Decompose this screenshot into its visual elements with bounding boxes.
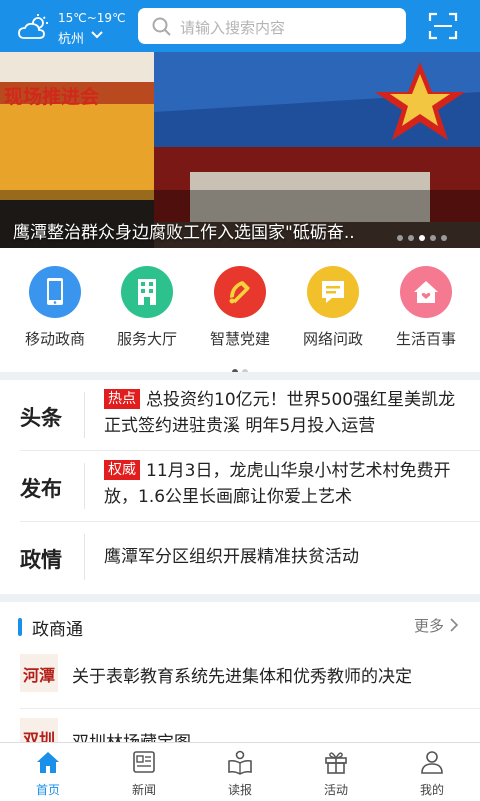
home-icon xyxy=(400,266,452,318)
gift-icon xyxy=(325,752,347,774)
chevron-down-icon xyxy=(91,31,103,39)
building-icon xyxy=(121,266,173,318)
zhengshangtong-section: 政商通 更多 河潭 关于表彰教育系统先进集体和优秀教师的决定 双圳 双圳林场藏宝… xyxy=(0,602,480,742)
news-text: 鹰潭军分区组织开展精准扶贫活动 xyxy=(104,547,359,567)
cloudy-weather-icon xyxy=(18,14,48,39)
temperature-range: 15℃~19℃ xyxy=(58,11,126,25)
news-headline: 权威 11月3日，龙虎山华泉小村艺术村免费开放，1.6公里长画廊让你爱上艺术 xyxy=(104,458,464,510)
bottom-tab-bar: 首页 新闻 读报 活动 我的 xyxy=(0,742,480,801)
quick-link-online-inquiry[interactable]: 网络问政 xyxy=(286,266,380,349)
section-divider xyxy=(0,594,480,602)
scan-qr-icon[interactable] xyxy=(428,12,458,40)
news-banner-carousel[interactable]: 现场推进会 鹰潭整治群众身边腐败工作入选国家"砥砺奋.. xyxy=(0,52,480,248)
quick-link-label: 智慧党建 xyxy=(209,330,270,348)
row-divider xyxy=(20,708,480,709)
news-row[interactable]: 发布 权威 11月3日，龙虎山华泉小村艺术村免费开放，1.6公里长画廊让你爱上艺术 xyxy=(0,451,480,521)
news-headline: 鹰潭军分区组织开展精准扶贫活动 xyxy=(104,544,464,570)
weather-widget[interactable]: 15℃~19℃ 杭州 xyxy=(14,8,134,47)
hot-tag: 热点 xyxy=(104,389,140,409)
mobile-icon xyxy=(29,266,81,318)
banner-sign-text: 现场推进会 xyxy=(4,86,100,108)
news-category: 政情 xyxy=(20,548,62,572)
more-label: 更多 xyxy=(414,617,445,635)
banner-caption: 鹰潭整治群众身边腐败工作入选国家"砥砺奋.. xyxy=(13,223,355,243)
search-icon xyxy=(152,17,171,36)
quick-link-label: 网络问政 xyxy=(302,330,363,348)
tab-label: 首页 xyxy=(35,783,60,797)
newspaper-icon xyxy=(133,751,155,773)
vertical-divider xyxy=(84,392,85,438)
news-row[interactable]: 头条 热点 总投资约10亿元！世界500强红星美凯龙正式签约进驻贵溪 明年5月投入… xyxy=(0,380,480,450)
quick-link-mobile-business[interactable]: 移动政商 xyxy=(8,266,102,349)
city-name: 杭州 xyxy=(58,32,85,47)
quick-link-service-hall[interactable]: 服务大厅 xyxy=(100,266,194,349)
tab-reading[interactable]: 读报 xyxy=(192,743,288,801)
item-title: 关于表彰教育系统先进集体和优秀教师的决定 xyxy=(72,667,412,687)
user-icon xyxy=(421,751,443,774)
search-placeholder: 请输入搜索内容 xyxy=(180,19,286,37)
tab-label: 读报 xyxy=(227,783,252,797)
tab-home[interactable]: 首页 xyxy=(0,743,96,801)
section-accent-bar xyxy=(18,618,22,636)
item-title: 双圳林场藏宝图 xyxy=(72,728,191,742)
item-logo: 双圳 xyxy=(20,718,58,742)
section-title: 政商通 xyxy=(32,620,83,640)
quick-link-label: 服务大厅 xyxy=(116,330,177,348)
reading-icon xyxy=(228,750,252,775)
item-logo: 河潭 xyxy=(20,654,58,692)
tab-label: 新闻 xyxy=(131,783,156,797)
headline-news-block: 头条 热点 总投资约10亿元！世界500强红星美凯龙正式签约进驻贵溪 明年5月投入… xyxy=(0,380,480,594)
party-emblem-icon xyxy=(214,266,266,318)
authority-tag: 权威 xyxy=(104,460,140,480)
tab-activities[interactable]: 活动 xyxy=(288,743,384,801)
svg-text:双圳: 双圳 xyxy=(23,730,55,742)
svg-text:河潭: 河潭 xyxy=(23,666,55,685)
tab-label: 我的 xyxy=(419,783,444,797)
section-divider xyxy=(0,372,480,380)
news-text: 总投资约10亿元！世界500强红星美凯龙正式签约进驻贵溪 明年5月投入运营 xyxy=(104,390,456,436)
quick-link-label: 移动政商 xyxy=(24,330,85,348)
list-item[interactable]: 双圳 双圳林场藏宝图 xyxy=(0,718,480,742)
quick-link-daily-life[interactable]: 生活百事 xyxy=(379,266,473,349)
more-link[interactable]: 更多 xyxy=(414,615,459,636)
home-icon xyxy=(37,752,59,773)
quick-links-grid: 移动政商 服务大厅 智慧党建 网络问政 生活百事 xyxy=(0,248,480,375)
vertical-divider xyxy=(84,463,85,509)
top-bar: 15℃~19℃ 杭州 请输入搜索内容 xyxy=(0,0,480,52)
quick-link-smart-party[interactable]: 智慧党建 xyxy=(193,266,287,349)
quick-link-label: 生活百事 xyxy=(395,330,456,348)
news-category: 发布 xyxy=(20,477,62,501)
news-category: 头条 xyxy=(20,406,62,430)
tab-news[interactable]: 新闻 xyxy=(96,743,192,801)
list-item[interactable]: 河潭 关于表彰教育系统先进集体和优秀教师的决定 xyxy=(0,652,480,706)
vertical-divider xyxy=(84,534,85,580)
carousel-indicator xyxy=(392,226,447,245)
news-row[interactable]: 政情 鹰潭军分区组织开展精准扶贫活动 xyxy=(0,522,480,592)
news-text: 11月3日，龙虎山华泉小村艺术村免费开放，1.6公里长画廊让你爱上艺术 xyxy=(104,461,451,507)
news-headline: 热点 总投资约10亿元！世界500强红星美凯龙正式签约进驻贵溪 明年5月投入运营 xyxy=(104,387,464,439)
tab-label: 活动 xyxy=(323,783,348,797)
tab-profile[interactable]: 我的 xyxy=(384,743,480,801)
chat-icon xyxy=(307,266,359,318)
chevron-right-icon xyxy=(450,618,458,632)
search-input[interactable]: 请输入搜索内容 xyxy=(138,8,406,44)
